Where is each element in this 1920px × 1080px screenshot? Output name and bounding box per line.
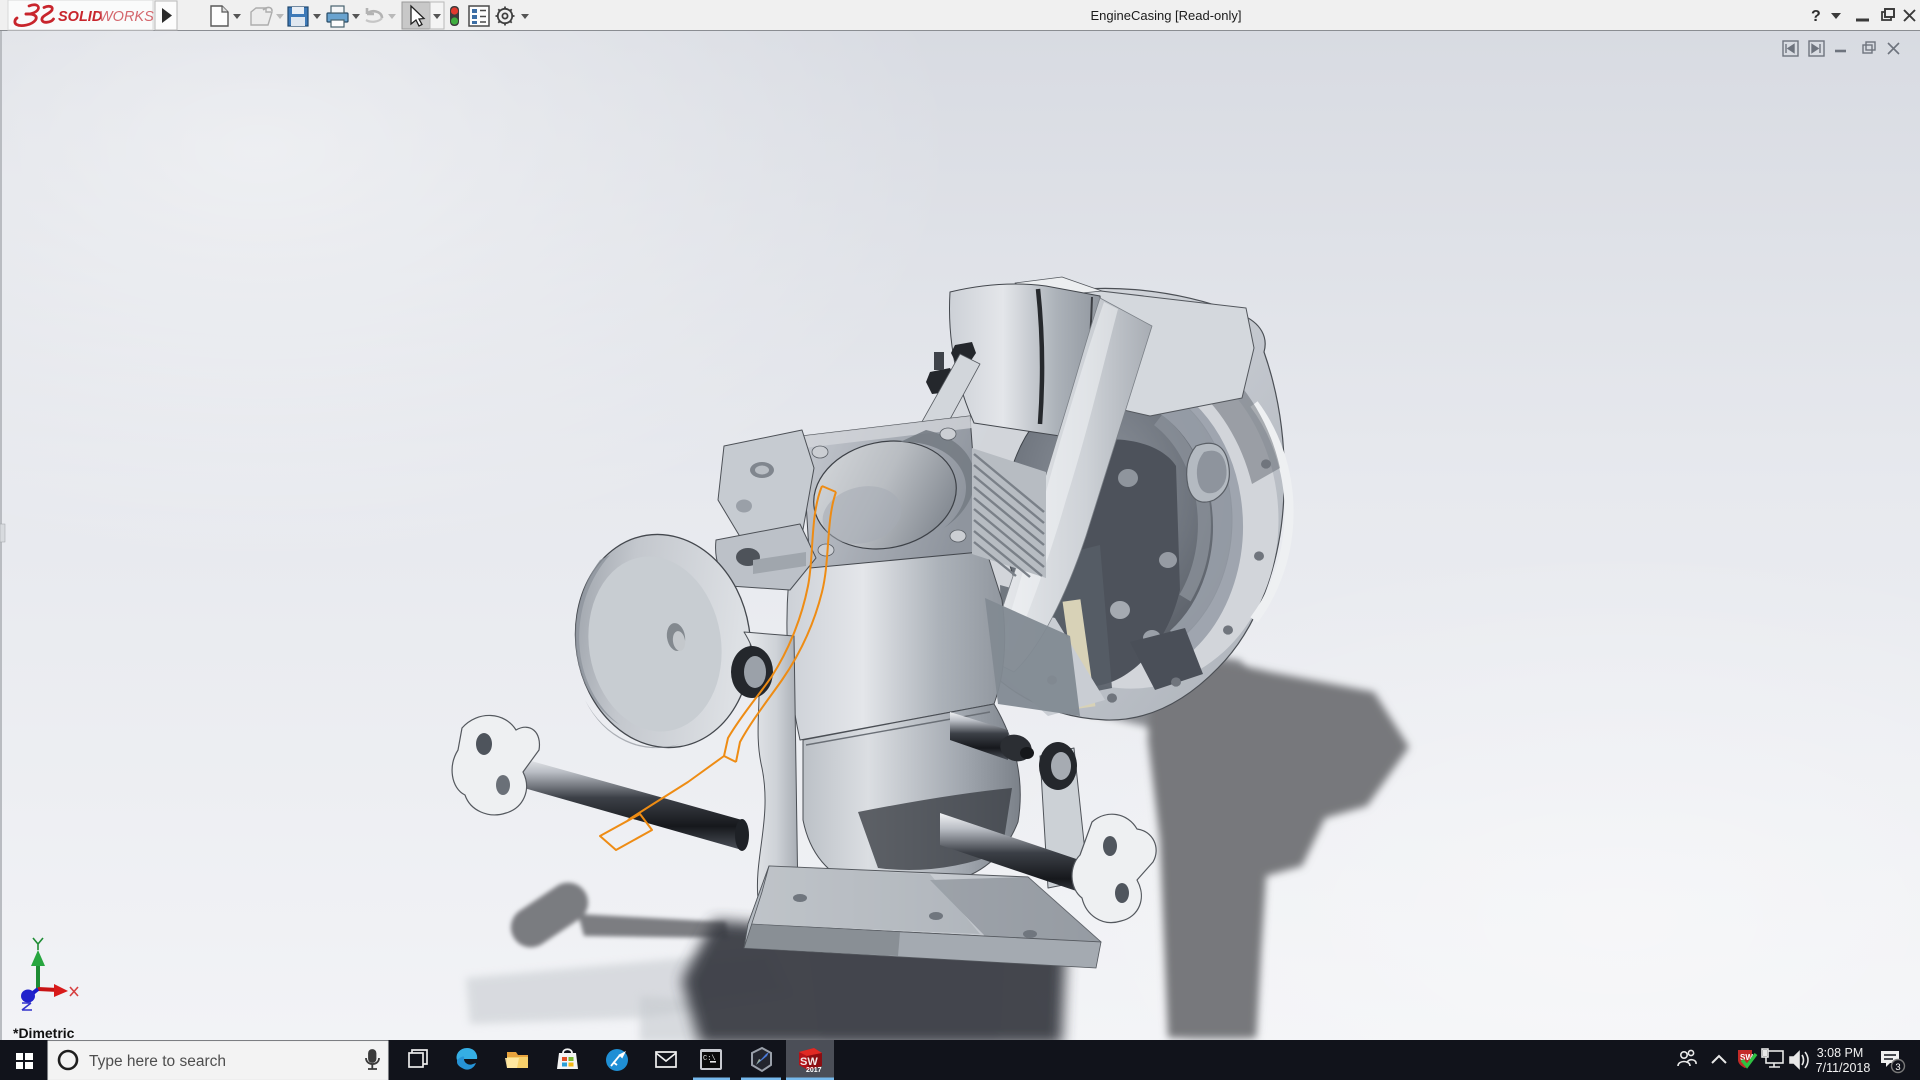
svg-text:?: ? (1811, 8, 1821, 25)
svg-text:2017: 2017 (806, 1067, 822, 1074)
svg-text:Type here to search: Type here to search (89, 1053, 226, 1070)
svg-text:WORKS: WORKS (99, 9, 154, 25)
svg-text:7/11/2018: 7/11/2018 (1816, 1061, 1871, 1075)
svg-text:SOLID: SOLID (58, 9, 103, 25)
svg-text:3:08 PM: 3:08 PM (1817, 1046, 1864, 1060)
svg-text:3: 3 (1895, 1062, 1900, 1073)
